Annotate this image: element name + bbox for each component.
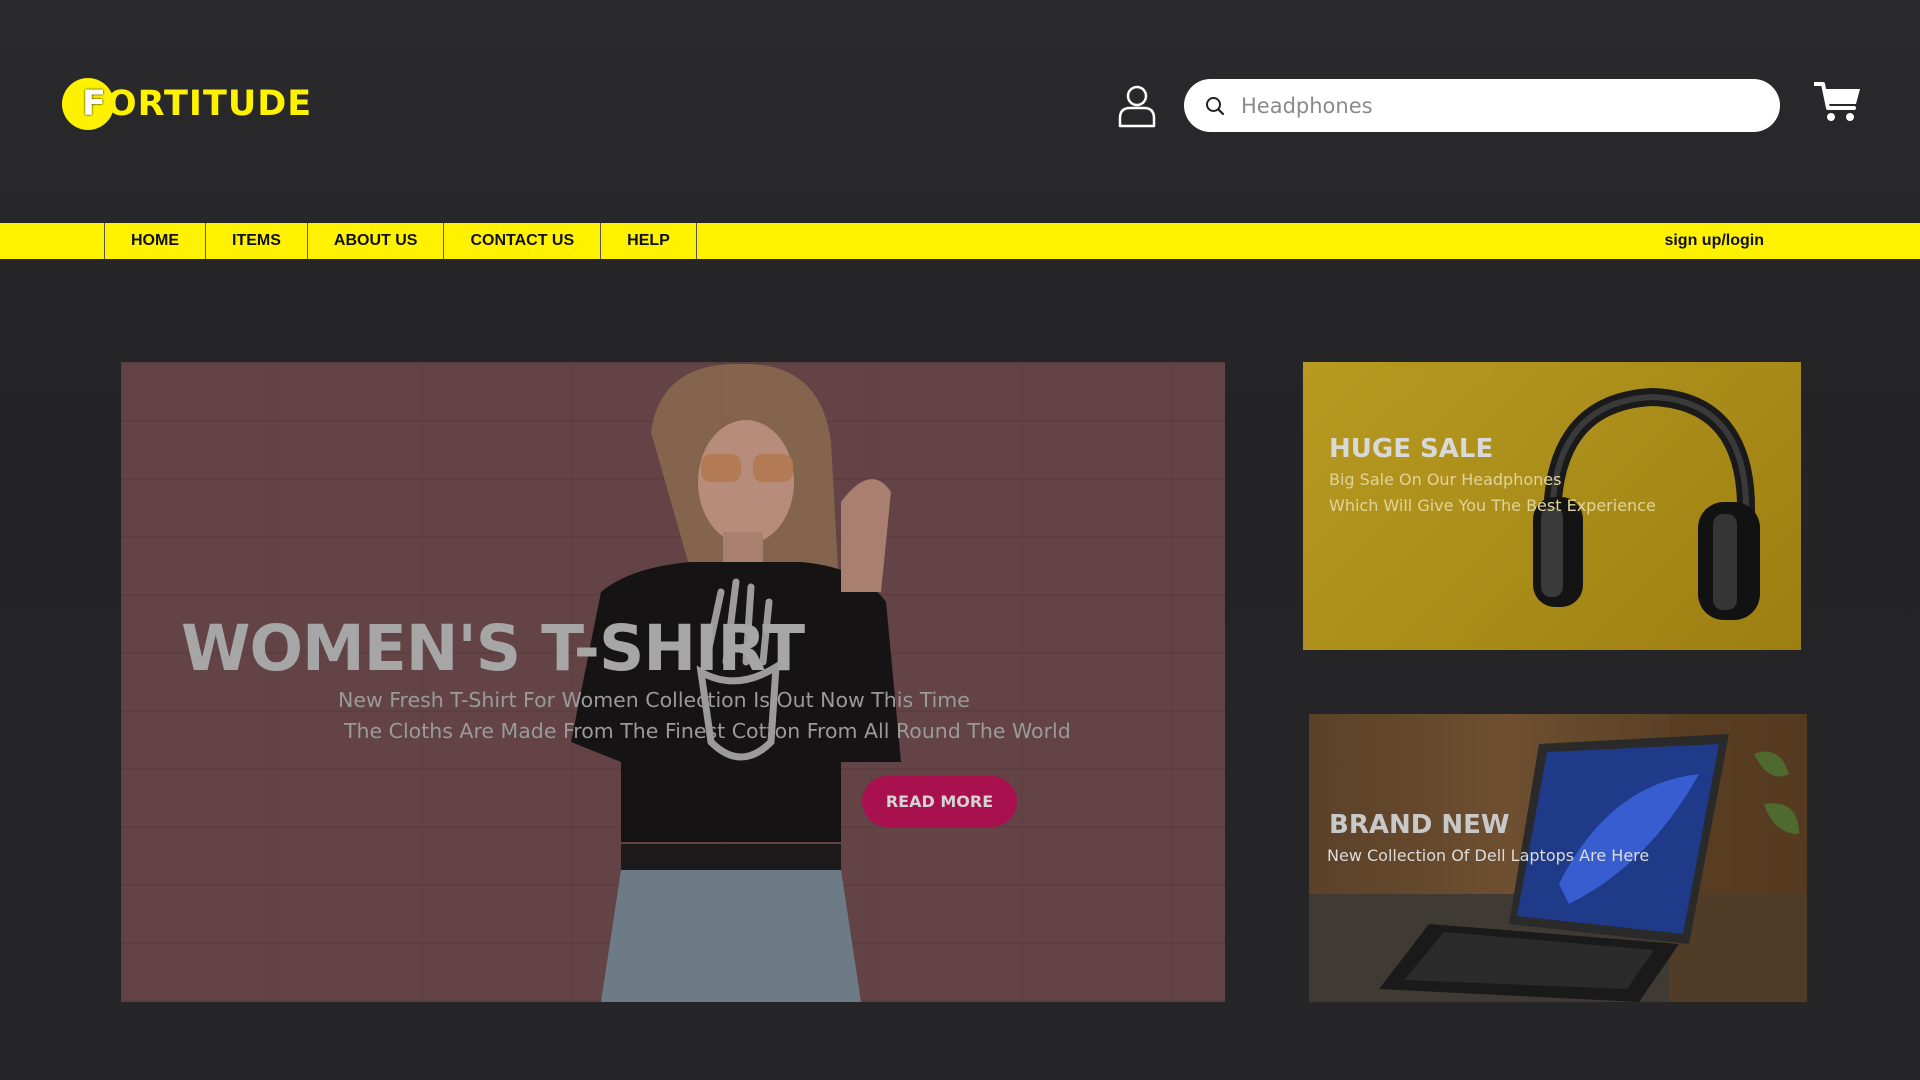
hero-subtitle-line-2: The Cloths Are Made From The Finest Cott… (344, 719, 1071, 743)
user-icon[interactable] (1117, 84, 1157, 128)
nav-item-home[interactable]: HOME (104, 223, 205, 259)
signup-login-link[interactable]: sign up/login (1664, 223, 1764, 259)
hero-title: WOMEN'S T-SHIRT (181, 612, 805, 685)
brand-logo[interactable]: FORTITUDE (62, 78, 312, 130)
promo-card-huge-sale[interactable]: HUGE SALE Big Sale On Our Headphones Whi… (1303, 362, 1801, 650)
logo-text: FORTITUDE (82, 84, 313, 124)
sale-text-line-1: Big Sale On Our Headphones (1329, 470, 1562, 489)
nav-item-help[interactable]: HELP (600, 223, 697, 259)
nav-item-items[interactable]: ITEMS (205, 223, 307, 259)
nav-menu: HOME ITEMS ABOUT US CONTACT US HELP (104, 223, 697, 259)
nav-item-about-us[interactable]: ABOUT US (306, 223, 444, 259)
brand-new-text: New Collection Of Dell Laptops Are Here (1327, 846, 1650, 865)
brand-new-title: BRAND NEW (1329, 810, 1510, 840)
sale-text-line-2: Which Will Give You The Best Experience (1329, 496, 1656, 515)
cart-icon[interactable] (1814, 80, 1862, 124)
promo-card-brand-new[interactable]: BRAND NEW New Collection Of Dell Laptops… (1309, 714, 1807, 1002)
search-icon[interactable] (1205, 96, 1225, 116)
hero-subtitle-line-1: New Fresh T-Shirt For Women Collection I… (338, 688, 970, 712)
nav-item-contact-us[interactable]: CONTACT US (443, 223, 600, 259)
sale-title: HUGE SALE (1329, 434, 1494, 464)
hero-banner: WOMEN'S T-SHIRT New Fresh T-Shirt For Wo… (121, 362, 1225, 1002)
read-more-button[interactable]: READ MORE (862, 776, 1017, 827)
search-input[interactable] (1239, 92, 1763, 119)
search-bar[interactable] (1184, 79, 1780, 132)
main-navbar: HOME ITEMS ABOUT US CONTACT US HELP sign… (0, 223, 1920, 259)
